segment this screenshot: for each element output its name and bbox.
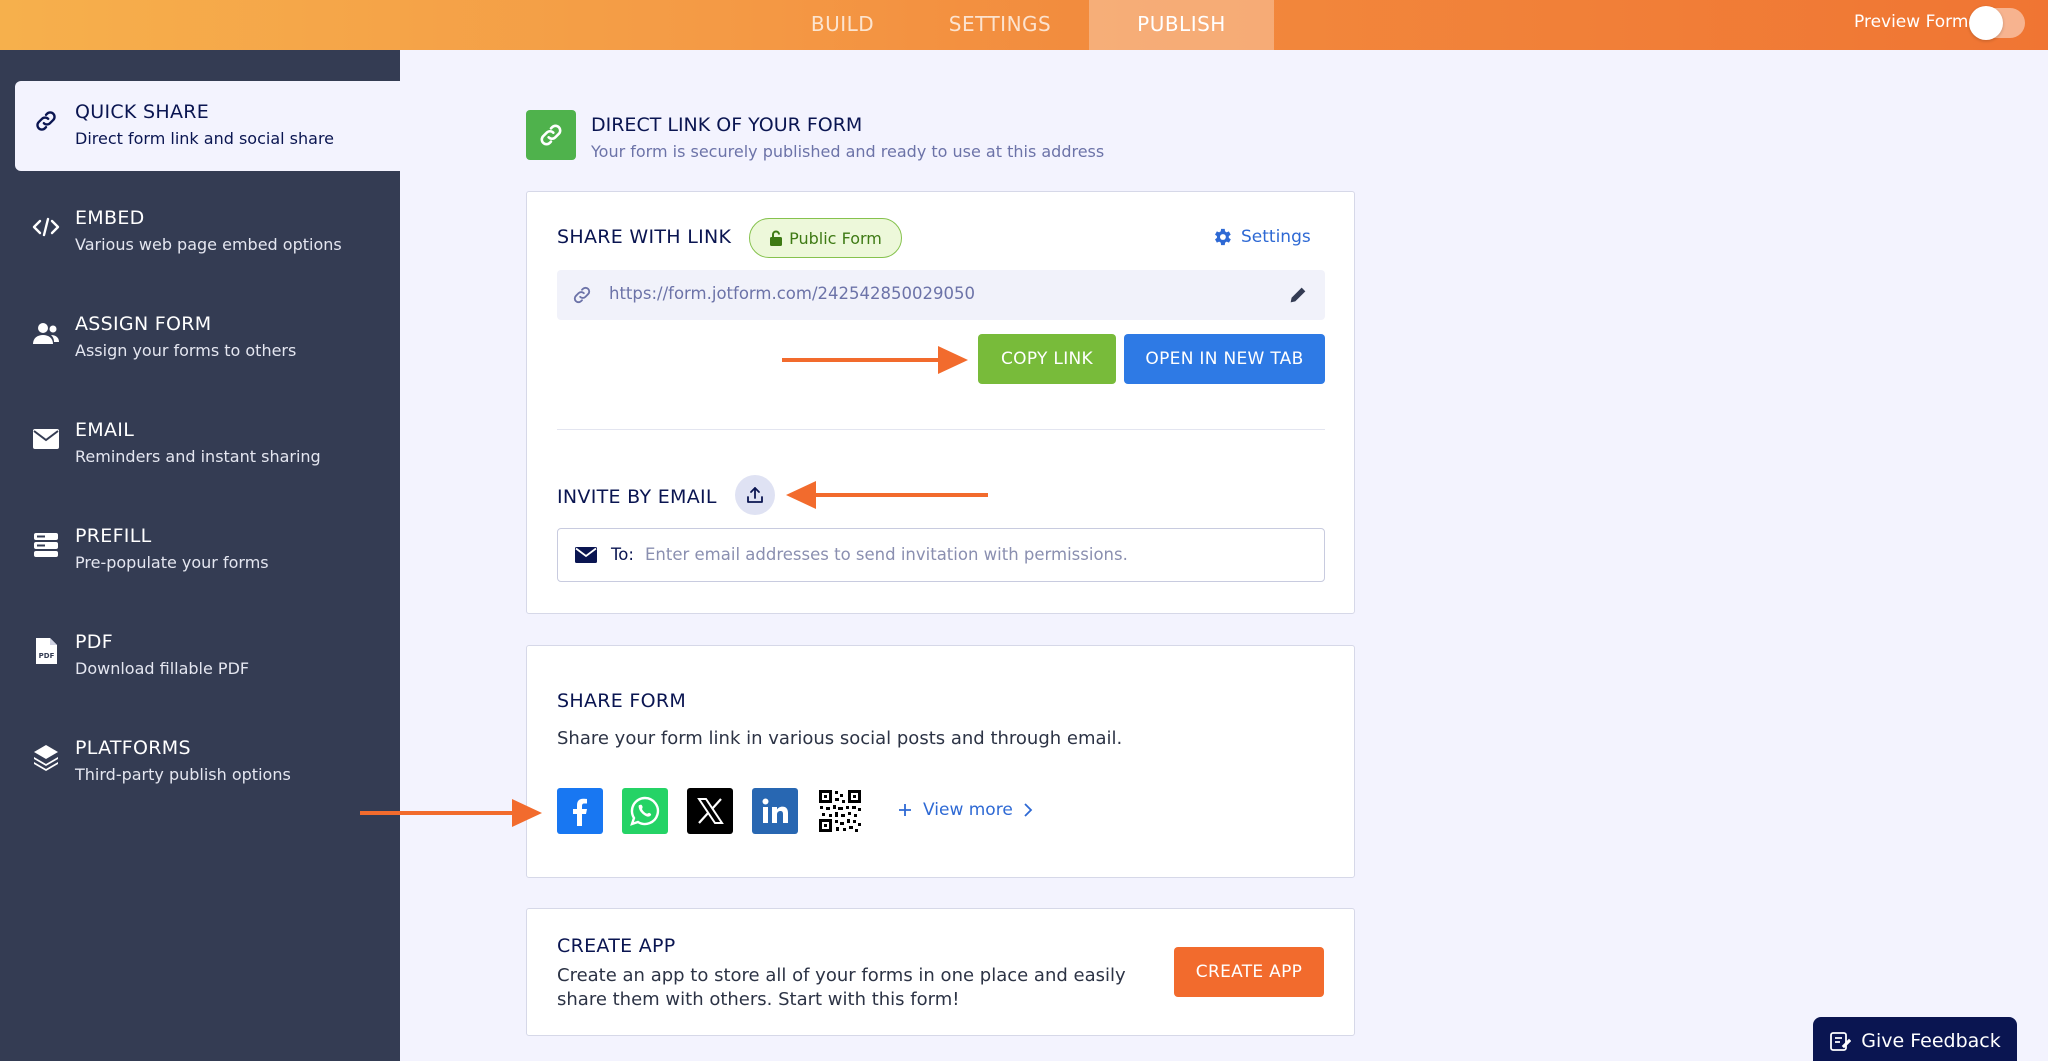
sidebar-item-email[interactable]: EMAIL Reminders and instant sharing — [15, 399, 400, 489]
svg-text:PDF: PDF — [39, 652, 55, 660]
pencil-icon[interactable] — [1287, 284, 1309, 306]
share-form-title: SHARE FORM — [557, 690, 687, 712]
give-feedback-label: Give Feedback — [1861, 1030, 2001, 1052]
whatsapp-icon[interactable] — [622, 788, 668, 834]
sidebar-item-desc: Third-party publish options — [75, 765, 291, 784]
email-to-label: To: — [611, 545, 634, 564]
sidebar-item-embed[interactable]: EMBED Various web page embed options — [15, 187, 400, 277]
create-app-button[interactable]: CREATE APP — [1174, 947, 1324, 997]
copy-link-button[interactable]: COPY LINK — [978, 334, 1116, 384]
give-feedback-button[interactable]: Give Feedback — [1813, 1017, 2017, 1061]
qr-code-icon[interactable] — [817, 788, 863, 834]
sidebar-item-desc: Pre-populate your forms — [75, 553, 269, 572]
sidebar-item-title: ASSIGN FORM — [75, 313, 212, 335]
view-more-label: View more — [923, 800, 1013, 820]
divider — [557, 429, 1325, 430]
code-icon — [32, 213, 60, 241]
sidebar: QUICK SHARE Direct form link and social … — [0, 50, 400, 1061]
sidebar-item-desc: Various web page embed options — [75, 235, 342, 254]
sidebar-item-quick-share[interactable]: QUICK SHARE Direct form link and social … — [15, 81, 400, 171]
envelope-icon — [575, 547, 597, 563]
annotation-arrow-icon — [360, 799, 542, 827]
sidebar-item-desc: Assign your forms to others — [75, 341, 297, 360]
sidebar-item-title: PLATFORMS — [75, 737, 191, 759]
plus-icon — [899, 804, 911, 816]
top-navigation-bar: BUILD SETTINGS PUBLISH Preview Form — [0, 0, 2048, 50]
sidebar-item-pdf[interactable]: PDF PDF Download fillable PDF — [15, 611, 400, 701]
prefill-icon — [32, 531, 60, 559]
chevron-right-icon — [1024, 803, 1033, 817]
annotation-arrow-icon — [786, 481, 988, 509]
form-url-text: https://form.jotform.com/242542850029050 — [609, 284, 975, 303]
tab-settings[interactable]: SETTINGS — [930, 0, 1070, 50]
share-with-link-title: SHARE WITH LINK — [557, 226, 732, 248]
facebook-icon[interactable] — [557, 788, 603, 834]
email-recipients-input[interactable]: To: Enter email addresses to send invita… — [557, 528, 1325, 582]
layers-icon — [32, 743, 60, 771]
feedback-icon — [1830, 1032, 1852, 1051]
upload-button[interactable] — [735, 475, 775, 515]
tab-build[interactable]: BUILD — [790, 0, 895, 50]
create-app-desc: Create an app to store all of your forms… — [557, 965, 1126, 1010]
public-form-badge[interactable]: Public Form — [749, 218, 902, 258]
share-form-card: SHARE FORM Share your form link in vario… — [526, 645, 1355, 878]
invite-by-email-title: INVITE BY EMAIL — [557, 486, 717, 508]
upload-icon — [747, 487, 763, 503]
sidebar-item-title: PDF — [75, 631, 113, 653]
share-link-card: SHARE WITH LINK Public Form Settings htt… — [526, 191, 1355, 614]
pdf-icon: PDF — [32, 637, 60, 665]
sidebar-item-assign-form[interactable]: ASSIGN FORM Assign your forms to others — [15, 293, 400, 383]
settings-link[interactable]: Settings — [1211, 226, 1311, 248]
form-url-field[interactable]: https://form.jotform.com/242542850029050 — [557, 270, 1325, 320]
page-subtitle: Your form is securely published and read… — [591, 142, 1105, 161]
sidebar-item-prefill[interactable]: PREFILL Pre-populate your forms — [15, 505, 400, 595]
view-more-link[interactable]: View more — [897, 800, 1033, 820]
envelope-icon — [32, 425, 60, 453]
page-title: DIRECT LINK OF YOUR FORM — [591, 114, 863, 136]
tab-publish[interactable]: PUBLISH — [1089, 0, 1274, 50]
link-icon — [573, 286, 591, 304]
settings-label: Settings — [1241, 227, 1311, 247]
link-icon — [526, 110, 576, 160]
sidebar-item-title: PREFILL — [75, 525, 152, 547]
share-form-desc: Share your form link in various social p… — [557, 728, 1123, 749]
x-icon[interactable] — [687, 788, 733, 834]
annotation-arrow-icon — [782, 346, 968, 374]
create-app-card: CREATE APP Create an app to store all of… — [526, 908, 1355, 1036]
lock-icon — [770, 230, 783, 246]
linkedin-icon[interactable] — [752, 788, 798, 834]
sidebar-item-platforms[interactable]: PLATFORMS Third-party publish options — [15, 717, 400, 807]
preview-form-label: Preview Form — [1854, 12, 1969, 32]
open-in-new-tab-button[interactable]: OPEN IN NEW TAB — [1124, 334, 1325, 384]
gear-icon — [1215, 228, 1231, 246]
sidebar-item-desc: Download fillable PDF — [75, 659, 250, 678]
preview-form-toggle-knob[interactable] — [1969, 6, 2003, 40]
public-form-label: Public Form — [789, 228, 882, 248]
sidebar-item-title: EMBED — [75, 207, 145, 229]
sidebar-item-title: EMAIL — [75, 419, 135, 441]
email-placeholder: Enter email addresses to send invitation… — [645, 545, 1128, 564]
link-icon — [32, 107, 60, 135]
sidebar-item-title: QUICK SHARE — [75, 101, 210, 123]
sidebar-item-desc: Reminders and instant sharing — [75, 447, 321, 466]
sidebar-item-desc: Direct form link and social share — [75, 129, 335, 148]
users-icon — [32, 319, 60, 347]
create-app-title: CREATE APP — [557, 935, 676, 957]
